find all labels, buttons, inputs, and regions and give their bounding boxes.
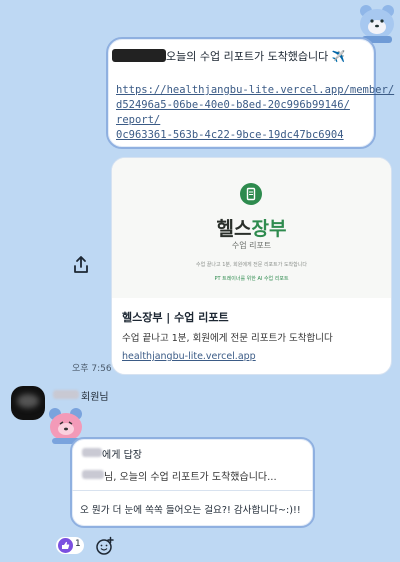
- redacted-sender-name: [53, 390, 79, 399]
- preview-subtitle: 수업 리포트: [231, 241, 272, 250]
- reply-divider: [72, 490, 313, 491]
- preview-domain[interactable]: healthjangbu-lite.vercel.app: [122, 351, 256, 362]
- outgoing-message-text: 오늘의 수업 리포트가 도착했습니다 ✈️: [166, 50, 346, 63]
- reply-quote: 님, 오늘의 수업 리포트가 도착했습니다...: [104, 472, 277, 483]
- redacted-quote-name: [82, 470, 104, 479]
- preview-small-line-2: PT 트레이너를 위한 AI 수업 리포트: [214, 276, 289, 282]
- brand-part-2: 장부: [251, 218, 287, 240]
- report-link-line-2: d52496a5-06be-40e0-b8ed-20c996b99146/: [116, 99, 350, 111]
- reply-message-text: 오 뭔가 더 눈에 쏙쏙 들어오는 걸요?! 감사합니다~:)!!: [80, 505, 301, 516]
- reaction-chip[interactable]: 1: [56, 537, 84, 554]
- preview-small-line-1: 수업 끝나고 1분, 회원에게 전문 리포트가 도착합니다: [196, 262, 307, 268]
- share-icon: [74, 256, 88, 273]
- reaction-count: 1: [75, 539, 81, 549]
- sender-avatar[interactable]: [11, 386, 45, 420]
- thumbs-up-icon: [58, 538, 73, 553]
- redacted-reply-target: [82, 448, 102, 457]
- brand-part-1: 헬스: [216, 218, 252, 240]
- report-link-line-3: report/: [116, 114, 161, 126]
- message-timestamp: 오후 7:56: [72, 364, 112, 374]
- link-preview-card[interactable]: 헬스장부 수업 리포트 수업 끝나고 1분, 회원에게 전문 리포트가 도착합니…: [111, 157, 392, 375]
- share-button[interactable]: [70, 254, 92, 276]
- report-link[interactable]: https://healthjangbu-lite.vercel.app/mem…: [116, 83, 394, 143]
- reply-to-label: 에게 답장: [102, 450, 142, 461]
- report-link-line-1: https://healthjangbu-lite.vercel.app/mem…: [116, 84, 395, 96]
- preview-brand: 헬스장부: [112, 214, 391, 241]
- outgoing-message-bubble[interactable]: 오늘의 수업 리포트가 도착했습니다 ✈️ https://healthjang…: [106, 37, 394, 149]
- add-reaction-button[interactable]: [95, 536, 115, 556]
- preview-description: 수업 끝나고 1분, 회원에게 전문 리포트가 도착합니다: [122, 333, 333, 344]
- redacted-name: [112, 49, 166, 62]
- report-link-line-4: 0c963361-563b-4c22-9bce-19dc47bc6904: [116, 129, 344, 141]
- add-reaction-icon: [96, 536, 114, 555]
- preview-title: 헬스장부 | 수업 리포트: [122, 311, 229, 324]
- preview-image: 헬스장부 수업 리포트 수업 끝나고 1분, 회원에게 전문 리포트가 도착합니…: [112, 158, 391, 298]
- reply-message-bubble[interactable]: 에게 답장 님, 오늘의 수업 리포트가 도착했습니다... 오 뭔가 더 눈에…: [70, 437, 315, 528]
- app-logo-icon: [240, 183, 262, 205]
- sender-name: 회원님: [81, 392, 109, 403]
